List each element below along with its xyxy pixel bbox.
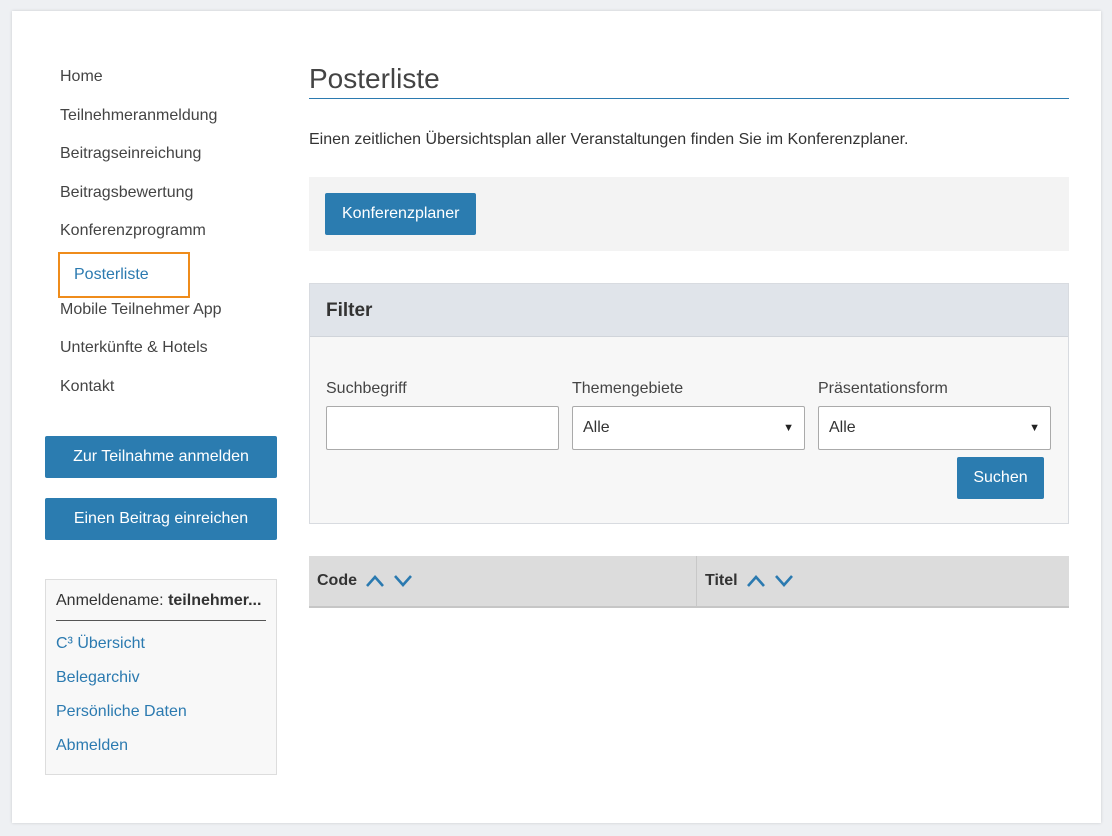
column-header-titel: Titel xyxy=(697,556,1069,606)
page-title: Posterliste xyxy=(309,63,1069,99)
konferenzplaner-button[interactable]: Konferenzplaner xyxy=(325,193,477,235)
search-input[interactable] xyxy=(326,406,559,450)
topics-select-value: Alle xyxy=(583,419,610,436)
main-content: Posterliste Einen zeitlichen Übersichtsp… xyxy=(309,63,1069,608)
format-field-group: Präsentationsform Alle ▼ xyxy=(818,380,1051,450)
search-button[interactable]: Suchen xyxy=(957,457,1044,499)
login-name-value: teilnehmer... xyxy=(168,592,262,609)
sidebar-item-teilnehmeranmeldung[interactable]: Teilnehmeranmeldung xyxy=(60,104,300,143)
sidebar-nav: Home Teilnehmeranmeldung Beitragseinreic… xyxy=(58,65,300,414)
sidebar-item-beitragsbewertung[interactable]: Beitragsbewertung xyxy=(60,181,300,220)
column-header-code: Code xyxy=(309,556,697,606)
search-label: Suchbegriff xyxy=(326,380,407,397)
sort-controls-titel xyxy=(746,574,794,588)
login-panel: Anmeldename: teilnehmer... C³ Übersicht … xyxy=(45,579,277,775)
filter-panel: Filter Suchbegriff Themengebiete Alle ▼ … xyxy=(309,283,1069,524)
intro-text: Einen zeitlichen Übersichtsplan aller Ve… xyxy=(309,131,909,148)
login-name-label: Anmeldename: xyxy=(56,592,164,609)
link-personal-data[interactable]: Persönliche Daten xyxy=(56,703,266,723)
sort-controls-code xyxy=(365,574,413,588)
sidebar-item-beitragseinreichung[interactable]: Beitragseinreichung xyxy=(60,142,300,181)
login-name: Anmeldename: teilnehmer... xyxy=(56,592,266,621)
table-header: Code Titel xyxy=(309,556,1069,608)
search-field-group: Suchbegriff xyxy=(326,380,559,450)
link-belegarchiv[interactable]: Belegarchiv xyxy=(56,669,266,689)
submit-contribution-button[interactable]: Einen Beitrag einreichen xyxy=(45,498,277,540)
sidebar-item-posterliste[interactable]: Posterliste xyxy=(58,251,190,298)
sidebar-item-kontakt[interactable]: Kontakt xyxy=(60,375,300,414)
column-label-code: Code xyxy=(317,572,357,589)
format-label: Präsentationsform xyxy=(818,380,948,397)
link-c3-overview[interactable]: C³ Übersicht xyxy=(56,635,266,655)
chevron-down-icon: ▼ xyxy=(1029,422,1040,434)
sort-descending-icon[interactable] xyxy=(393,574,413,588)
format-select-value: Alle xyxy=(829,419,856,436)
sidebar-item-home[interactable]: Home xyxy=(60,65,300,104)
filter-body: Suchbegriff Themengebiete Alle ▼ Präsent… xyxy=(310,337,1068,523)
topics-field-group: Themengebiete Alle ▼ xyxy=(572,380,805,450)
chevron-down-icon: ▼ xyxy=(783,422,794,434)
planner-box: Konferenzplaner xyxy=(309,177,1069,251)
page-container: Home Teilnehmeranmeldung Beitragseinreic… xyxy=(12,11,1101,823)
column-label-titel: Titel xyxy=(705,572,738,589)
filter-heading: Filter xyxy=(310,284,1068,337)
format-select[interactable]: Alle ▼ xyxy=(818,406,1051,450)
sort-descending-icon[interactable] xyxy=(774,574,794,588)
sort-ascending-icon[interactable] xyxy=(365,574,385,588)
sidebar-item-hotels[interactable]: Unterkünfte & Hotels xyxy=(60,336,300,375)
topics-select[interactable]: Alle ▼ xyxy=(572,406,805,450)
sort-ascending-icon[interactable] xyxy=(746,574,766,588)
register-button[interactable]: Zur Teilnahme anmelden xyxy=(45,436,277,478)
link-logout[interactable]: Abmelden xyxy=(56,737,266,757)
topics-label: Themengebiete xyxy=(572,380,684,397)
sidebar-item-mobile-app[interactable]: Mobile Teilnehmer App xyxy=(60,298,300,337)
